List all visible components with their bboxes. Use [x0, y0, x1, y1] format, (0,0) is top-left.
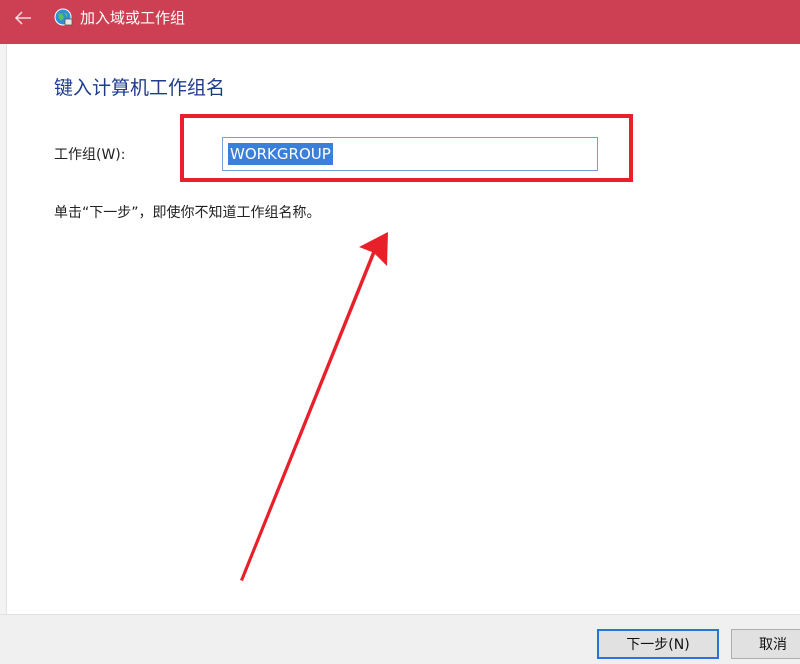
window-left-border	[0, 44, 7, 614]
network-globe-icon	[52, 6, 74, 28]
workgroup-label: 工作组(W):	[54, 147, 126, 163]
red-highlight-box	[180, 114, 633, 182]
join-domain-window: 加入域或工作组 键入计算机工作组名 工作组(W): WORKGROUP 单击“下…	[0, 0, 800, 664]
title-bar: 加入域或工作组	[0, 0, 800, 44]
dialog-footer: 下一步(N) 取消	[0, 614, 800, 664]
page-heading: 键入计算机工作组名	[54, 77, 226, 99]
next-button[interactable]: 下一步(N)	[597, 629, 719, 659]
back-arrow-icon[interactable]	[11, 6, 35, 30]
window-title: 加入域或工作组	[80, 9, 186, 27]
hint-text: 单击“下一步”，即使你不知道工作组名称。	[54, 205, 321, 221]
cancel-button[interactable]: 取消	[731, 629, 800, 659]
